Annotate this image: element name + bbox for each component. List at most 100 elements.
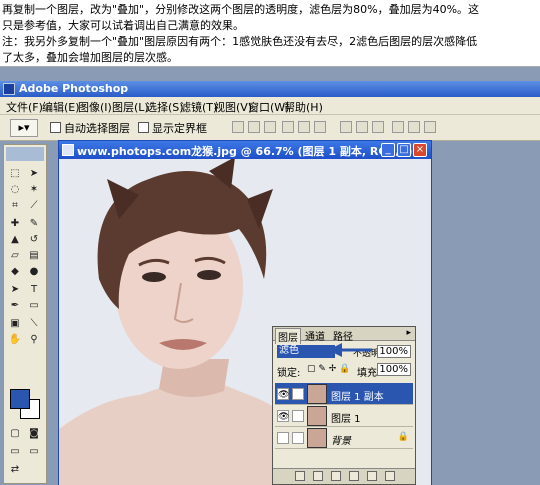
show-bounds-label: 显示定界框 xyxy=(152,122,207,135)
layer-thumbnail xyxy=(307,428,327,448)
auto-select-label: 自动选择图层 xyxy=(64,122,130,135)
quick-mask-mode-icon[interactable]: ◙ xyxy=(26,427,42,441)
distribute-top-button[interactable] xyxy=(340,121,352,133)
document-title: www.photops.com龙猴.jpg @ 66.7% (图层 1 副本, … xyxy=(77,145,413,158)
visibility-eye-icon[interactable]: 👁 xyxy=(277,410,289,422)
align-top-button[interactable] xyxy=(232,121,244,133)
layer-name: 图层 1 副本 xyxy=(331,392,384,403)
delete-layer-icon[interactable] xyxy=(385,471,395,481)
new-adjustment-layer-icon[interactable] xyxy=(349,471,359,481)
zoom-tool-icon[interactable]: ⚲ xyxy=(26,333,42,347)
lock-icon: 🔒 xyxy=(397,432,409,442)
options-bar: ▸▾ 自动选择图层 显示定界框 xyxy=(0,115,540,141)
add-mask-icon[interactable] xyxy=(313,471,323,481)
layers-panel-tabs: 图层 通道 路径 ▸ xyxy=(273,327,415,344)
pen-tool-icon[interactable]: ✒ xyxy=(7,299,23,313)
close-button[interactable]: × xyxy=(413,143,427,157)
menu-view[interactable]: 视图(V) xyxy=(214,99,252,115)
menu-help[interactable]: 帮助(H) xyxy=(284,99,323,115)
layer-thumbnail xyxy=(307,384,327,404)
layer-thumbnail xyxy=(307,406,327,426)
layer-row-copy[interactable]: 👁 图层 1 副本 xyxy=(275,383,413,405)
layer-link-icon[interactable] xyxy=(292,432,304,444)
standard-mode-icon[interactable]: ▢ xyxy=(7,427,23,441)
distribute-right-button[interactable] xyxy=(424,121,436,133)
distribute-left-button[interactable] xyxy=(392,121,404,133)
menu-filter[interactable]: 滤镜(T) xyxy=(180,99,217,115)
auto-select-checkbox[interactable] xyxy=(50,122,61,133)
visibility-eye-icon[interactable] xyxy=(277,432,289,444)
layers-panel-footer xyxy=(273,468,415,484)
layer-brush-icon[interactable] xyxy=(292,388,304,400)
clone-stamp-tool-icon[interactable]: ▲ xyxy=(7,233,23,247)
align-bottom-button[interactable] xyxy=(264,121,276,133)
distribute-vcenter-button[interactable] xyxy=(356,121,368,133)
photoshop-logo-icon xyxy=(3,83,15,95)
fill-field[interactable]: 100% xyxy=(377,363,411,376)
lasso-tool-icon[interactable]: ◌ xyxy=(7,183,23,197)
magic-wand-tool-icon[interactable]: ✶ xyxy=(26,183,42,197)
healing-brush-tool-icon[interactable]: ✚ xyxy=(7,217,23,231)
toolbox: ⬚ ➤ ◌ ✶ ⌗ ⟋ ✚ ✎ ▲ ↺ ▱ ▤ ◆ ● ➤ T ✒ ▭ ▣ ⟍ … xyxy=(3,144,47,484)
path-selection-tool-icon[interactable]: ➤ xyxy=(7,283,23,297)
notes-tool-icon[interactable]: ▣ xyxy=(7,317,23,331)
marquee-tool-icon[interactable]: ⬚ xyxy=(7,167,23,181)
eyedropper-tool-icon[interactable]: ⟍ xyxy=(26,317,42,331)
lock-icons[interactable]: ▢ ✎ ✢ 🔒 xyxy=(307,364,350,374)
screen-mode-full-icon[interactable]: ▭ xyxy=(26,445,42,459)
distribute-bottom-button[interactable] xyxy=(372,121,384,133)
layer-name: 图层 1 xyxy=(331,414,361,425)
new-set-icon[interactable] xyxy=(331,471,341,481)
visibility-eye-icon[interactable]: 👁 xyxy=(277,388,289,400)
toolbox-header xyxy=(6,147,44,161)
hand-tool-icon[interactable]: ✋ xyxy=(7,333,23,347)
instruction-line-2: 只是参考值，大家可以试着调出自己满意的效果。 xyxy=(2,19,244,32)
tab-channels[interactable]: 通道 xyxy=(303,328,327,343)
minimize-button[interactable]: _ xyxy=(381,143,395,157)
move-tool-preset-button[interactable]: ▸▾ xyxy=(10,119,38,137)
document-icon xyxy=(62,144,74,156)
move-tool-icon[interactable]: ➤ xyxy=(26,167,42,181)
maximize-button[interactable]: □ xyxy=(397,143,411,157)
crop-tool-icon[interactable]: ⌗ xyxy=(7,199,23,213)
screen-mode-standard-icon[interactable]: ▭ xyxy=(7,445,23,459)
new-layer-icon[interactable] xyxy=(367,471,377,481)
type-tool-icon[interactable]: T xyxy=(26,283,42,297)
dodge-tool-icon[interactable]: ● xyxy=(26,265,42,279)
tab-paths[interactable]: 路径 xyxy=(331,328,355,343)
opacity-field[interactable]: 100% xyxy=(377,345,411,358)
history-brush-tool-icon[interactable]: ↺ xyxy=(26,233,42,247)
add-style-icon[interactable] xyxy=(295,471,305,481)
distribute-hcenter-button[interactable] xyxy=(408,121,420,133)
eraser-tool-icon[interactable]: ▱ xyxy=(7,249,23,263)
menu-layer[interactable]: 图层(L) xyxy=(112,99,149,115)
tab-layers[interactable]: 图层 xyxy=(275,328,301,344)
slice-tool-icon[interactable]: ⟋ xyxy=(26,199,42,213)
align-vcenter-button[interactable] xyxy=(248,121,260,133)
show-bounds-checkbox[interactable] xyxy=(138,122,149,133)
jump-to-imageready-icon[interactable]: ⇄ xyxy=(7,463,23,477)
blur-tool-icon[interactable]: ◆ xyxy=(7,265,23,279)
foreground-color-swatch[interactable] xyxy=(10,389,30,409)
instruction-line-3: 注：我另外多复制一个"叠加"图层原因有两个：1感觉肤色还没有去尽，2滤色后图层的… xyxy=(2,35,478,48)
menu-file[interactable]: 文件(F) xyxy=(6,99,43,115)
layer-link-icon[interactable] xyxy=(292,410,304,422)
brush-tool-icon[interactable]: ✎ xyxy=(26,217,42,231)
document-titlebar: www.photops.com龙猴.jpg @ 66.7% (图层 1 副本, … xyxy=(59,141,431,159)
menu-select[interactable]: 选择(S) xyxy=(146,99,184,115)
layer-row-background[interactable]: 背景 🔒 xyxy=(275,427,413,449)
align-hcenter-button[interactable] xyxy=(298,121,310,133)
menu-edit[interactable]: 编辑(E) xyxy=(42,99,80,115)
app-title: Adobe Photoshop xyxy=(19,82,129,95)
panel-menu-icon[interactable]: ▸ xyxy=(406,328,411,338)
gradient-tool-icon[interactable]: ▤ xyxy=(26,249,42,263)
instruction-text: 再复制一个图层，改为"叠加"，分别修改这两个图层的透明度，滤色层为80%，叠加层… xyxy=(2,2,538,66)
align-left-button[interactable] xyxy=(282,121,294,133)
menu-image[interactable]: 图像(I) xyxy=(78,99,112,115)
align-right-button[interactable] xyxy=(314,121,326,133)
layer-row-layer1[interactable]: 👁 图层 1 xyxy=(275,405,413,427)
shape-tool-icon[interactable]: ▭ xyxy=(26,299,42,313)
app-titlebar: Adobe Photoshop xyxy=(0,81,540,97)
blend-mode-select[interactable]: 滤色 xyxy=(277,345,335,358)
annotation-arrow-icon xyxy=(328,343,372,357)
